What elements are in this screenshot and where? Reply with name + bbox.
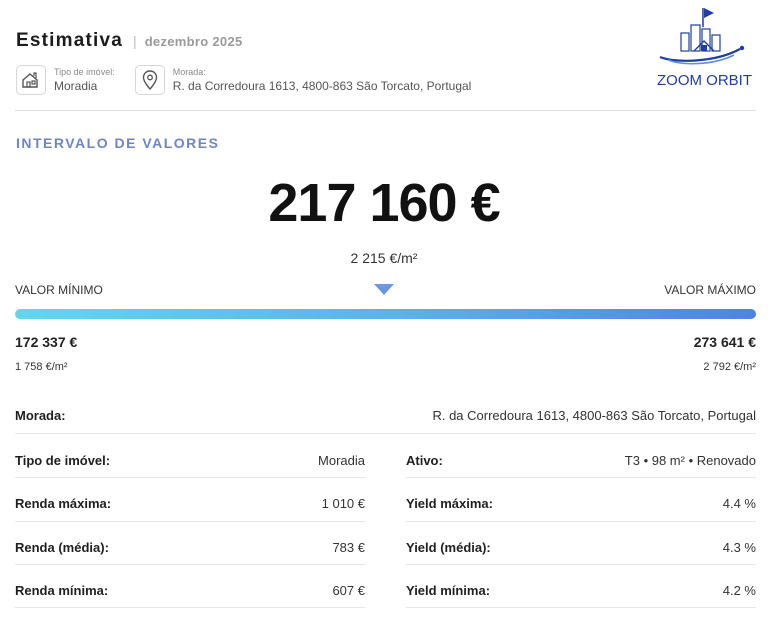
min-value: 172 337 €	[15, 334, 78, 350]
max-value-label: VALOR MÁXIMO	[664, 283, 756, 297]
detail-row-max-rent: Renda máxima: 1 010 €	[15, 496, 365, 511]
estimate-marker-icon	[374, 284, 394, 295]
address-value: R. da Corredoura 1613, 4800-863 São Torc…	[172, 79, 472, 93]
address-label: Morada:	[172, 67, 206, 77]
page-title: Estimativa	[16, 30, 124, 51]
detail-label: Renda mínima:	[15, 583, 109, 598]
row-divider	[15, 521, 365, 522]
detail-value: 4.3 %	[722, 540, 756, 555]
report-header: Estimativa | dezembro 2025 Tipo de imóve…	[16, 30, 756, 95]
max-price-per-m2: 2 792 €/m²	[703, 361, 756, 373]
row-divider	[406, 477, 756, 478]
detail-row-property-type: Tipo de imóvel: Moradia	[15, 453, 365, 468]
logo-wordmark: ZOOM ORBIT	[657, 72, 752, 89]
detail-row-asset: Ativo: T3 • 98 m² • Renovado	[406, 453, 756, 468]
detail-row-min-rent: Renda mínima: 607 €	[15, 583, 365, 598]
detail-label: Tipo de imóvel:	[15, 453, 111, 468]
address-divider	[15, 433, 756, 434]
address-row: Morada: R. da Corredoura 1613, 4800-863 …	[15, 408, 756, 423]
title-separator: |	[133, 33, 137, 49]
max-value: 273 641 €	[693, 334, 756, 350]
row-divider	[15, 607, 365, 608]
property-meta: Tipo de imóvel: Moradia Morada: R. da Co…	[16, 65, 471, 95]
section-title: INTERVALO DE VALORES	[16, 135, 220, 151]
detail-value: 4.4 %	[722, 496, 756, 511]
detail-value: Moradia	[318, 453, 365, 468]
house-icon	[16, 65, 46, 95]
detail-value: 783 €	[332, 540, 365, 555]
row-divider	[406, 564, 756, 565]
property-type-value: Moradia	[54, 79, 98, 93]
detail-label: Renda máxima:	[15, 496, 112, 511]
estimated-value: 217 160 €	[268, 173, 500, 233]
detail-label: Yield mínima:	[406, 583, 491, 598]
detail-value: 1 010 €	[321, 496, 365, 511]
min-value-label: VALOR MÍNIMO	[15, 283, 103, 297]
estimated-price-per-m2: 2 215 €/m²	[350, 250, 418, 266]
detail-row-max-yield: Yield máxima: 4.4 %	[406, 496, 756, 511]
address-row-label: Morada:	[15, 408, 66, 423]
detail-label: Yield (média):	[406, 540, 491, 555]
property-type-label: Tipo de imóvel:	[54, 67, 115, 77]
header-divider	[15, 110, 756, 111]
row-divider	[406, 521, 756, 522]
row-divider	[15, 564, 365, 565]
min-price-per-m2: 1 758 €/m²	[15, 361, 68, 373]
detail-value: T3 • 98 m² • Renovado	[624, 453, 756, 468]
address-row-value: R. da Corredoura 1613, 4800-863 São Torc…	[432, 408, 756, 423]
detail-label: Yield máxima:	[406, 496, 493, 511]
zoom-orbit-logo: ZOOM ORBIT	[654, 5, 758, 90]
row-divider	[15, 477, 365, 478]
detail-row-avg-yield: Yield (média): 4.3 %	[406, 540, 756, 555]
location-pin-icon	[134, 65, 165, 95]
detail-row-min-yield: Yield mínima: 4.2 %	[406, 583, 756, 598]
row-divider	[406, 607, 756, 608]
detail-label: Renda (média):	[15, 540, 109, 555]
detail-row-avg-rent: Renda (média): 783 €	[15, 540, 365, 555]
value-range-bar	[15, 309, 756, 319]
detail-label: Ativo:	[406, 453, 443, 468]
detail-value: 4.2 %	[722, 583, 756, 598]
report-date: dezembro 2025	[144, 34, 243, 49]
detail-value: 607 €	[332, 583, 365, 598]
